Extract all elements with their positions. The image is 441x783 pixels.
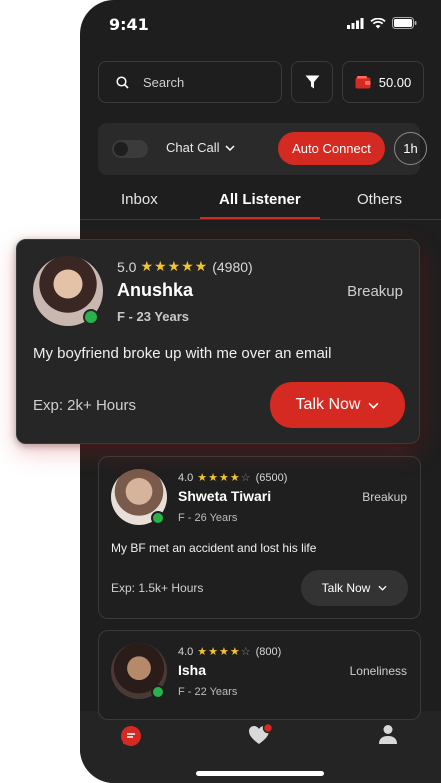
chat-call-toggle[interactable] <box>112 140 148 158</box>
tab-bar: Inbox All Listener Others <box>80 180 441 220</box>
search-row: 50.00 <box>98 61 424 103</box>
duration-chip[interactable]: 1h <box>394 132 427 165</box>
listener-name: Isha <box>178 662 207 678</box>
wifi-icon <box>370 17 386 28</box>
profile-icon <box>379 725 397 744</box>
review-count: (4980) <box>212 258 253 275</box>
toggle-knob <box>114 142 128 156</box>
filter-icon <box>305 75 319 89</box>
star-rating-icon: ★★★★★ <box>140 258 209 274</box>
chat-call-label: Chat Call <box>166 140 220 155</box>
tab-inbox[interactable]: Inbox <box>121 191 158 208</box>
talk-now-button[interactable]: Talk Now <box>301 570 408 606</box>
rating-value: 5.0 <box>117 258 137 275</box>
listener-message: My boyfriend broke up with me over an em… <box>33 345 332 362</box>
gender-age: F - 22 Years <box>178 686 238 698</box>
rating: 4.0 ★★★★☆ (800) <box>178 645 282 659</box>
topic-tag: Loneliness <box>349 664 407 678</box>
active-tab-indicator <box>200 217 320 219</box>
chevron-down-icon <box>368 402 379 409</box>
experience: Exp: 1.5k+ Hours <box>111 581 204 595</box>
wallet-button[interactable]: 50.00 <box>342 61 424 103</box>
rating: 5.0 ★★★★★ (4980) <box>117 258 253 275</box>
chat-call-dropdown[interactable]: Chat Call <box>166 140 235 155</box>
heart-notification-icon <box>249 722 274 744</box>
listener-name: Anushka <box>117 280 194 300</box>
talk-now-label: Talk Now <box>321 581 371 595</box>
online-status-dot <box>83 309 99 325</box>
gender-age: F - 23 Years <box>117 309 190 324</box>
wallet-icon <box>355 75 371 88</box>
listener-message: My BF met an accident and lost his life <box>111 541 317 555</box>
status-icons <box>347 17 417 29</box>
review-count: (800) <box>255 645 282 658</box>
tab-others[interactable]: Others <box>357 191 402 208</box>
listener-card[interactable]: 4.0 ★★★★☆ (6500) Shweta Tiwari F - 26 Ye… <box>98 456 421 619</box>
featured-listener-card[interactable]: 5.0 ★★★★★ (4980) Anushka F - 23 Years Br… <box>16 239 420 444</box>
chevron-down-icon <box>378 585 387 591</box>
experience: Exp: 2k+ Hours <box>33 397 136 414</box>
search-icon <box>116 75 129 89</box>
topic-tag: Breakup <box>362 490 407 504</box>
nav-favourites[interactable] <box>248 722 274 747</box>
online-status-dot <box>151 685 165 699</box>
rating-value: 4.0 <box>178 471 194 484</box>
nav-chat[interactable] <box>120 725 142 747</box>
filter-button[interactable] <box>291 61 333 103</box>
rating: 4.0 ★★★★☆ (6500) <box>178 471 288 485</box>
tab-all-listener[interactable]: All Listener <box>219 191 301 208</box>
nav-profile[interactable] <box>377 723 399 745</box>
chevron-down-icon <box>225 144 235 151</box>
review-count: (6500) <box>255 471 288 484</box>
listener-name: Shweta Tiwari <box>178 488 272 504</box>
gender-age: F - 26 Years <box>178 512 238 524</box>
talk-now-label: Talk Now <box>295 396 361 413</box>
signal-icon <box>347 17 364 29</box>
status-bar: 9:41 <box>80 0 441 48</box>
topic-tag: Breakup <box>347 283 403 300</box>
battery-icon <box>392 17 417 29</box>
star-rating-icon: ★★★★☆ <box>197 646 252 658</box>
wallet-balance: 50.00 <box>378 74 412 90</box>
status-time: 9:41 <box>109 15 149 34</box>
rating-value: 4.0 <box>178 645 194 658</box>
online-status-dot <box>151 511 165 525</box>
control-bar: Chat Call Auto Connect 1h <box>98 123 427 175</box>
search-box[interactable] <box>98 61 282 103</box>
chat-icon <box>121 726 141 746</box>
home-indicator <box>196 771 324 776</box>
auto-connect-button[interactable]: Auto Connect <box>278 132 385 165</box>
star-rating-icon: ★★★★☆ <box>197 472 252 484</box>
search-input[interactable] <box>143 74 263 90</box>
talk-now-button[interactable]: Talk Now <box>270 382 405 428</box>
listener-card[interactable]: 4.0 ★★★★☆ (800) Isha F - 22 Years Loneli… <box>98 630 421 720</box>
